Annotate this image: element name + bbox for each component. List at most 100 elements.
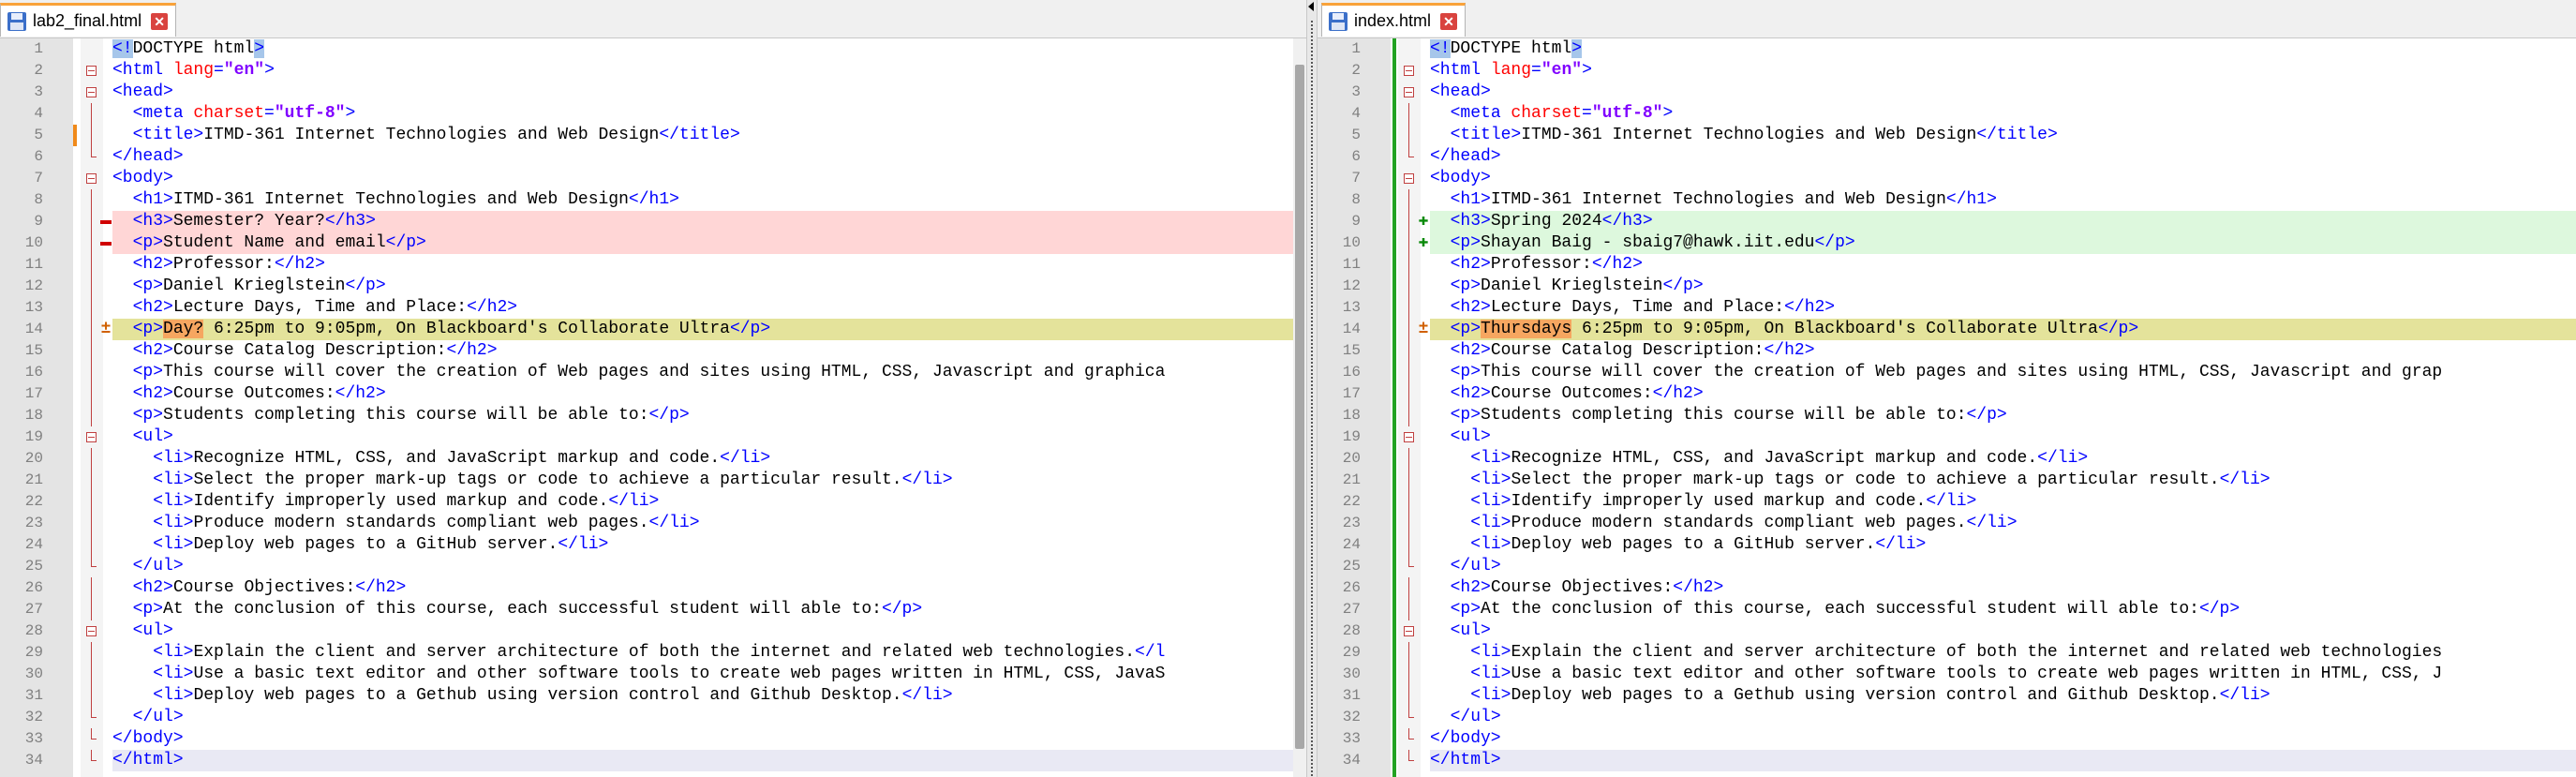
code-line[interactable]: <p>Daniel Krieglstein</p> 12	[1318, 276, 2576, 297]
code-text[interactable]: <li>Use a basic text editor and other so…	[112, 664, 1306, 685]
code-text[interactable]: <li>Deploy web pages to a GitHub server.…	[112, 534, 1306, 556]
code-text[interactable]: <ul>	[112, 620, 1306, 642]
code-text[interactable]: <p>Thursdays 6:25pm to 9:05pm, On Blackb…	[1430, 319, 2576, 340]
code-line[interactable]: <li>Deploy web pages to a GitHub server.…	[1318, 534, 2576, 556]
code-line[interactable]: <html lang="en"> 2	[1318, 60, 2576, 82]
code-line[interactable]: <p>Students completing this course will …	[0, 405, 1306, 426]
code-text[interactable]: </html>	[1430, 750, 2576, 771]
code-line[interactable]: </head> 6	[0, 146, 1306, 168]
code-text[interactable]: <p>Students completing this course will …	[112, 405, 1306, 426]
code-text[interactable]: <head>	[112, 82, 1306, 103]
code-text[interactable]: <!DOCTYPE html>	[112, 38, 1306, 60]
code-text[interactable]: <li>Identify improperly used markup and …	[112, 491, 1306, 513]
code-text[interactable]: <h3>Semester? Year?</h3>	[112, 211, 1306, 232]
left-vertical-scrollbar[interactable]	[1293, 38, 1306, 777]
code-text[interactable]: <p>Day? 6:25pm to 9:05pm, On Blackboard'…	[112, 319, 1306, 340]
code-text[interactable]: <p>Student Name and email</p>	[112, 232, 1306, 254]
fold-toggle-icon[interactable]	[86, 432, 97, 442]
collapse-arrow-icon[interactable]	[1308, 2, 1314, 11]
fold-toggle-icon[interactable]	[86, 626, 97, 636]
code-text[interactable]: </head>	[112, 146, 1306, 168]
code-line[interactable]: <li>Explain the client and server archit…	[1318, 642, 2576, 664]
code-text[interactable]: <li>Deploy web pages to a Gethub using v…	[1430, 685, 2576, 707]
code-line[interactable]: <h2>Lecture Days, Time and Place:</h2> 13	[0, 297, 1306, 319]
code-line[interactable]: <li>Produce modern standards compliant w…	[1318, 513, 2576, 534]
code-text[interactable]: <p>Daniel Krieglstein</p>	[1430, 276, 2576, 297]
code-line[interactable]: <head> 3	[0, 82, 1306, 103]
fold-toggle-icon[interactable]	[86, 87, 97, 97]
code-text[interactable]: <!DOCTYPE html>	[1430, 38, 2576, 60]
code-line[interactable]: <p>Students completing this course will …	[1318, 405, 2576, 426]
code-line[interactable]: </body> 33	[0, 728, 1306, 750]
left-scrollbar-thumb[interactable]	[1295, 65, 1304, 749]
code-text[interactable]: <meta charset="utf-8">	[112, 103, 1306, 125]
code-line[interactable]: <h3>Spring 2024</h3> 9 ✚	[1318, 211, 2576, 232]
code-text[interactable]: <h2>Lecture Days, Time and Place:</h2>	[1430, 297, 2576, 319]
code-line[interactable]: <li>Identify improperly used markup and …	[1318, 491, 2576, 513]
code-text[interactable]: <li>Recognize HTML, CSS, and JavaScript …	[1430, 448, 2576, 470]
code-line[interactable]: </ul> 32	[1318, 707, 2576, 728]
code-line[interactable]: <h2>Course Objectives:</h2> 26	[0, 577, 1306, 599]
tab-close-icon[interactable]: ✕	[151, 12, 169, 30]
code-line[interactable]: <ul> 28	[1318, 620, 2576, 642]
code-text[interactable]: <li>Identify improperly used markup and …	[1430, 491, 2576, 513]
code-text[interactable]: </body>	[112, 728, 1306, 750]
code-text[interactable]: <h2>Course Objectives:</h2>	[1430, 577, 2576, 599]
fold-toggle-icon[interactable]	[86, 173, 97, 184]
code-line[interactable]: <h1>ITMD-361 Internet Technologies and W…	[1318, 189, 2576, 211]
code-line[interactable]: </head> 6	[1318, 146, 2576, 168]
code-text[interactable]: </ul>	[1430, 707, 2576, 728]
tab-lab2-final[interactable]: lab2_final.html ✕	[0, 3, 177, 37]
code-line[interactable]: <p>At the conclusion of this course, eac…	[1318, 599, 2576, 620]
code-line[interactable]: <h2>Professor:</h2> 11	[0, 254, 1306, 276]
code-line[interactable]: <!DOCTYPE html> 1	[0, 38, 1306, 60]
code-text[interactable]: <p>Shayan Baig - sbaig7@hawk.iit.edu</p>	[1430, 232, 2576, 254]
code-line[interactable]: <li>Produce modern standards compliant w…	[0, 513, 1306, 534]
code-line[interactable]: <p>Shayan Baig - sbaig7@hawk.iit.edu</p>…	[1318, 232, 2576, 254]
code-text[interactable]: <body>	[112, 168, 1306, 189]
code-text[interactable]: <title>ITMD-361 Internet Technologies an…	[112, 125, 1306, 146]
code-line[interactable]: </html> 34	[0, 750, 1306, 771]
code-line[interactable]: <h2>Course Objectives:</h2> 26	[1318, 577, 2576, 599]
code-line[interactable]: </body> 33	[1318, 728, 2576, 750]
code-text[interactable]: <p>Students completing this course will …	[1430, 405, 2576, 426]
left-code-lines[interactable]: <!DOCTYPE html> 1 <html lang="en"> 2 <head> 3…	[0, 38, 1306, 771]
code-text[interactable]: <h2>Course Catalog Description:</h2>	[1430, 340, 2576, 362]
code-text[interactable]: <body>	[1430, 168, 2576, 189]
code-text[interactable]: <li>Explain the client and server archit…	[1430, 642, 2576, 664]
code-text[interactable]: <html lang="en">	[1430, 60, 2576, 82]
code-text[interactable]: <li>Use a basic text editor and other so…	[1430, 664, 2576, 685]
code-line[interactable]: <h2>Course Outcomes:</h2> 17	[1318, 383, 2576, 405]
code-text[interactable]: <h2>Course Objectives:</h2>	[112, 577, 1306, 599]
code-text[interactable]: <li>Deploy web pages to a GitHub server.…	[1430, 534, 2576, 556]
code-line[interactable]: <p>Daniel Krieglstein</p> 12	[0, 276, 1306, 297]
code-line[interactable]: <p>Student Name and email</p> 10	[0, 232, 1306, 254]
code-line[interactable]: <ul> 19	[1318, 426, 2576, 448]
code-line[interactable]: <p>This course will cover the creation o…	[0, 362, 1306, 383]
code-line[interactable]: <ul> 28	[0, 620, 1306, 642]
code-text[interactable]: <head>	[1430, 82, 2576, 103]
code-line[interactable]: <!DOCTYPE html> 1	[1318, 38, 2576, 60]
code-line[interactable]: <p>This course will cover the creation o…	[1318, 362, 2576, 383]
code-line[interactable]: <p>Day? 6:25pm to 9:05pm, On Blackboard'…	[0, 319, 1306, 340]
code-line[interactable]: </html> 34	[1318, 750, 2576, 771]
code-text[interactable]: <p>At the conclusion of this course, eac…	[112, 599, 1306, 620]
code-text[interactable]: </head>	[1430, 146, 2576, 168]
code-line[interactable]: <title>ITMD-361 Internet Technologies an…	[0, 125, 1306, 146]
code-text[interactable]: <p>This course will cover the creation o…	[1430, 362, 2576, 383]
code-text[interactable]: <ul>	[112, 426, 1306, 448]
tab-close-icon[interactable]: ✕	[1440, 12, 1458, 30]
fold-toggle-icon[interactable]	[1404, 66, 1414, 76]
fold-toggle-icon[interactable]	[1404, 432, 1414, 442]
code-line[interactable]: <h2>Course Catalog Description:</h2> 15	[0, 340, 1306, 362]
code-line[interactable]: <html lang="en"> 2	[0, 60, 1306, 82]
left-editor[interactable]: <!DOCTYPE html> 1 <html lang="en"> 2 <head> 3…	[0, 38, 1306, 777]
code-line[interactable]: <li>Identify improperly used markup and …	[0, 491, 1306, 513]
fold-toggle-icon[interactable]	[1404, 87, 1414, 97]
code-line[interactable]: <li>Recognize HTML, CSS, and JavaScript …	[0, 448, 1306, 470]
code-text[interactable]: <h2>Course Outcomes:</h2>	[112, 383, 1306, 405]
code-text[interactable]: </ul>	[112, 556, 1306, 577]
code-text[interactable]: <h3>Spring 2024</h3>	[1430, 211, 2576, 232]
code-text[interactable]: <li>Select the proper mark-up tags or co…	[1430, 470, 2576, 491]
code-line[interactable]: <head> 3	[1318, 82, 2576, 103]
